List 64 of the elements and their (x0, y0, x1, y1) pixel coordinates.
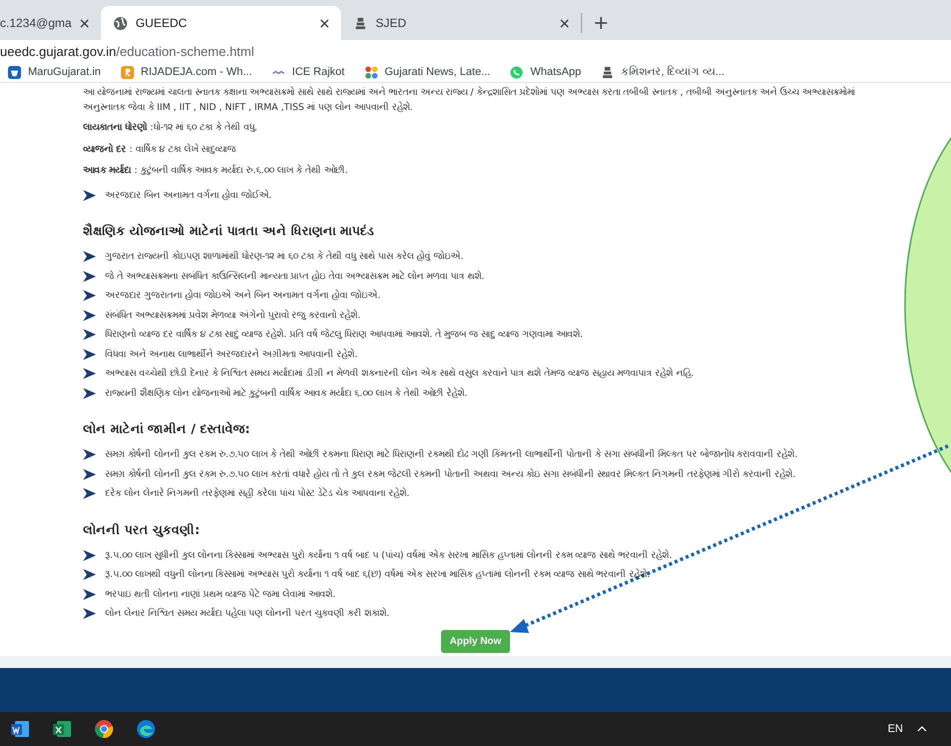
browser-app-icon[interactable] (94, 719, 114, 739)
bookmark[interactable]: WhatsApp (510, 66, 582, 78)
chevron-icon (83, 588, 96, 600)
list-item-text: ગુજરાત રાજ્યની કોઇપણ શાળામાંથી ધોરણ-૧૨ માં ૬૦ ટકા કે તેથી વધુ સાથે પાસ કરેલ હોવું જોઇએ. (105, 251, 464, 262)
section-heading: લોન માટેનાં જામીન / દસ્તાવેજ: (83, 421, 251, 437)
info-line: વ્યાજનો દર : વાર્ષિક ૪ ટકા લેખે સાદુવ્યાજ (83, 142, 238, 156)
chevron-icon (83, 569, 96, 580)
bookmark[interactable]: MaruGujarat.in (8, 66, 101, 78)
close-icon[interactable] (80, 18, 89, 28)
list-item-text: ભરપાઇ થતી લોનના નાણાં પ્રથમ વ્યાજ પેટે જમા લેવામાં આવશે. (105, 588, 336, 600)
browser-tab[interactable]: GUEEDC (100, 6, 341, 40)
bookmark[interactable]: કમિશનર, દિવ્યાંગ વ્ય... (601, 66, 724, 78)
list-item-text: દરેક લોન લેનારે નિગમની તરફેણમાં સહી કરેલા પાંચ પોસ્ટ ડેટેડ ચેક આપવાના રહેશે. (105, 488, 410, 500)
caret-icon[interactable] (917, 726, 927, 732)
dots-icon (364, 66, 378, 78)
square-icon (8, 66, 21, 78)
new-tab-icon[interactable] (594, 16, 608, 30)
square-icon (120, 66, 134, 78)
browser-tab[interactable]: c.1234@gma (0, 6, 101, 40)
chevron-icon (83, 270, 96, 282)
document-app-icon[interactable] (10, 719, 30, 739)
chevron-icon (83, 310, 96, 321)
list-item-text: જે તે અભ્યાસક્રમના સબંધિત કાઉન્સિલની માન્યતા પ્રાપ્ત હોઇ તેવા અભ્યાસક્રમ માટે લોન મળવા પાત્ર થશે. (105, 270, 484, 282)
chevron-icon (83, 329, 96, 340)
address-url[interactable]: ueedc.gujarat.gov.in/education-scheme.html (0, 44, 254, 58)
list-item-text: અરજદાર બિન અનામત વર્ગના હોવા જોઈએ. (105, 190, 272, 201)
bookmark[interactable]: Gujarati News, Late... (364, 66, 490, 78)
globe-icon (112, 16, 128, 30)
info-line: લાયકાતના ધોરણો :ધો-૧૨ માં ૬૦ ટકા કે તેથી વધુ. (83, 121, 258, 135)
chevron-icon (83, 608, 96, 620)
intro-paragraph: આ યોજનામાં રાજ્યમાં ચાલતા સ્નાતક કક્ષાના અભ્યાસક્રમો સાથે સાથે રાજ્યમાં અને ભારતના અન્ય રાજ્ય / કેન્દ્રશાસિત પ્રદેશોમાં પણ અભ્યાસ કરતા તબીબી સ્નાતક , તબીબી અનુસ્નાતક અને ઉચ્ચ અભ્યાસક્રમોમાં અનુસ્નાતક જેવા કે IIM , IIT , NID , NIFT , IRMA ,TISS માં પણ લોન આપવાની રહેશે. (83, 86, 856, 115)
chat-icon (510, 66, 524, 78)
emblem-icon (601, 66, 614, 78)
list-item-text: સમગ્ર કોર્ષની લોનની કુલ રકમ રુ.૭.૫૦ લાખ કે તેથી ઓછી રકમના ધિરાણ માટે ધિરાણની રકમથી દોઢ ગણી કિંમતની લાભાર્થીની પોતાની કે સગા સંબંધીની મિલ્કત પર બોજાનોંધ કરાવવાની રહેશે. (105, 449, 798, 460)
spreadsheet-app-icon[interactable] (52, 719, 72, 739)
list-item-text: લોન લેનાર નિશ્વિત સમય મર્યાદા પહેલા પણ લોનની પરત ચુકવણી કરી શકાશે. (105, 608, 390, 620)
section-heading: શૈક્ષણિક યોજનાઓ માટેનાં પાત્રતા અને ધિરાણના માપદંડ (83, 223, 376, 239)
chevron-icon (83, 190, 96, 201)
language-indicator[interactable]: EN (888, 723, 903, 735)
list-item-text: ધિરાણનો વ્યાજ દર વાર્ષિક ૪ ટકા સાદું વ્યાજ રહેશે. પ્રતિ વર્ષ જેટલુ ધિરાણ આપવામાં આવશે. તે મુજબ જ સાદુ વ્યાજ ગણવામાં આવશે. (105, 329, 583, 340)
bookmark[interactable]: ICE Rajkot (272, 66, 345, 78)
list-item-text: અભ્યાસ વચ્ચેથી છોડી દેનાર કે નિશ્વિત સમય મર્યાદામાં ડીગ્રી ન મેળવી શકનારની લોન એક સાથે વસુલ કરવાને પાત્ર થશે તેમજ વ્યાજ સહાય મળવાપાત્ર રહેશે નહિ. (105, 368, 694, 380)
list-item-text: અરજદાર ગુજરાતના હોવા જોઇએ અને બિન અનામત વર્ગના હોવા જોઇએ. (105, 290, 381, 302)
close-icon[interactable] (320, 18, 329, 28)
chevron-icon (83, 550, 96, 561)
chevron-icon (83, 488, 96, 500)
info-line: આવક મર્યાદા : કુટુંબની વાર્ષિક આવક મર્યાદા રુ.૬.૦૦ લાખ કે તેથી ઓછી. (83, 164, 349, 178)
browser-tab[interactable]: SJED (340, 6, 581, 40)
list-item-text: સંબંધિત અભ્યાસક્રમમાં પ્રવેશ મેળવ્યા અંગેનો પુરાવો રજુ કરવાનો રહેશે. (105, 310, 361, 321)
chevron-icon (83, 468, 96, 480)
chevron-icon (83, 348, 96, 360)
chevron-icon (83, 368, 96, 380)
close-icon[interactable] (560, 18, 569, 28)
chevron-icon (83, 449, 96, 460)
chevron-icon (83, 388, 96, 399)
list-item-text: રૂ.૫.૦૦ લાખ સુધીની કુલ લોનના કિસ્સામાં અભ્યાસ પુરો કર્યાના ૧ વર્ષ બાદ ૫ (પાંચ) વર્ષમાં એક સરખા માસિક હપ્તામાં લોનની રકમ વ્યાજ સાથે ભરવાની રહેશે. (105, 550, 672, 561)
section-heading: લોનની પરત ચુકવણી: (83, 522, 201, 538)
list-item-text: રાજ્યની શૈક્ષણિક લોન યોજનાઓ માટે કુટુંબની વાર્ષિક આવક મર્યાદા ૬.૦૦ લાખ કે તેથી ઓછી રેહેશે. (105, 388, 468, 399)
browser-app-icon[interactable] (136, 719, 156, 739)
bookmark[interactable]: RIJADEJA.com - Wh... (120, 66, 252, 78)
list-item-text: વિધવા અને અનાથ લાભાર્થીને અરજદારને અગ્રીમતા આપવાની રહેશે. (105, 348, 358, 360)
chevron-icon (83, 251, 96, 262)
list-item-text: સમગ્ર કોર્ષની લોનની કુલ રકમ રુ.૭.૫૦ લાખ કરતાં વધારે હોય તો તે કુલ રકમ જેટલી રકમની પોતાની અથવા અન્ય કોઇ સગા સબંધીની સ્થાવર મિલ્કત નિગમની તરફેણમાં ગીરો કરવાની રહેશે. (105, 468, 796, 480)
chevron-icon (83, 290, 96, 302)
